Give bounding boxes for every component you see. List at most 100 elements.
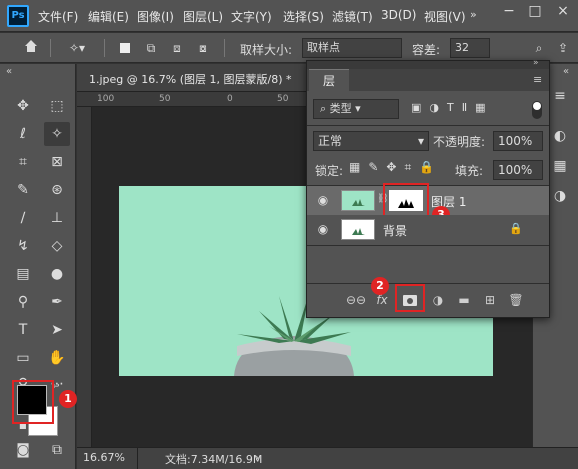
rectangle-tool-icon[interactable]: ▭ [10, 346, 36, 370]
menu-file[interactable]: 文件(F) [38, 8, 78, 25]
menu-edit[interactable]: 编辑(E) [88, 8, 129, 25]
highlight-box-2 [395, 284, 425, 312]
menu-3d[interactable]: 3D(D) [381, 8, 416, 22]
menu-type[interactable]: 文字(Y) [231, 8, 272, 25]
options-bar: ✧▾ ⧉ ⧈ ⧇ 取样大小: 取样点 容差: 32 ⌕ ⇪ [0, 33, 578, 63]
sample-size-label: 取样大小: [240, 43, 293, 57]
document-title: 1.jpeg @ 16.7% (图层 1, 图层蒙版/8) * [89, 73, 292, 86]
sample-size-select[interactable]: 取样点 [302, 38, 402, 58]
menu-more-icon[interactable]: » [470, 8, 477, 21]
lasso-tool-icon[interactable]: ℓ [10, 122, 36, 146]
highlight-box-3 [383, 183, 429, 217]
color-panel-icon[interactable]: ◐ [547, 124, 573, 148]
magic-wand-tool-icon[interactable]: ✧▾ [62, 38, 92, 58]
annotation-badge-2: 2 [371, 277, 389, 295]
pen-tool-icon[interactable]: ✒ [44, 290, 70, 314]
photoshop-logo[interactable]: Ps [7, 5, 29, 27]
swatches-panel-icon[interactable]: ▦ [547, 154, 573, 178]
document-tab[interactable]: 1.jpeg @ 16.7% (图层 1, 图层蒙版/8) * [77, 64, 308, 92]
zoom-level[interactable]: 16.67% [83, 451, 125, 464]
ruler-mark: 50 [159, 94, 171, 104]
panel-top-strip: » [307, 58, 549, 69]
marquee-tool-icon[interactable]: ⬚ [44, 94, 70, 118]
menu-view[interactable]: 视图(V) [424, 8, 466, 25]
fill-input[interactable]: 100% [493, 160, 543, 180]
menu-bar: Ps 文件(F) 编辑(E) 图像(I) 图层(L) 文字(Y) 选择(S) 滤… [0, 0, 578, 32]
filter-toggle[interactable] [532, 101, 542, 119]
menu-layer[interactable]: 图层(L) [183, 8, 223, 25]
tolerance-input[interactable]: 32 [450, 38, 490, 58]
opacity-input[interactable]: 100% [493, 131, 543, 151]
dodge-tool-icon[interactable]: ⚲ [10, 290, 36, 314]
path-select-icon[interactable]: ➤ [44, 318, 70, 342]
document-size: 文档:7.34M/16.9M [165, 453, 263, 466]
magic-wand-icon[interactable]: ✧ [44, 122, 70, 146]
minimize-icon[interactable]: − [496, 0, 522, 24]
history-brush-icon[interactable]: ↯ [10, 234, 36, 258]
blend-mode-value: 正常 [318, 134, 343, 148]
layer-thumbnail[interactable] [341, 190, 375, 211]
stamp-tool-icon[interactable]: ⊥ [44, 206, 70, 230]
adjust-panel-icon[interactable]: ◑ [547, 184, 573, 208]
highlight-box-1 [12, 380, 54, 424]
eyedropper-tool-icon[interactable]: ✎ [10, 178, 36, 202]
move-tool-icon[interactable]: ✥ [10, 94, 36, 118]
collapse-icon[interactable]: « [6, 66, 12, 77]
screen-mode-icon[interactable]: ⧉ [44, 438, 70, 462]
ruler-vertical [77, 107, 92, 447]
subtract-selection-icon[interactable]: ⧈ [166, 38, 188, 58]
visibility-eye-icon[interactable]: ◉ [315, 222, 331, 236]
ruler-mark: 0 [227, 94, 233, 104]
menu-image[interactable]: 图像(I) [137, 8, 174, 25]
maximize-icon[interactable]: □ [522, 0, 548, 24]
link-layers-icon[interactable]: ⊖⊖ [345, 289, 367, 311]
home-icon[interactable] [20, 38, 42, 58]
intersect-selection-icon[interactable]: ⧇ [192, 38, 214, 58]
lock-icon: 🔒 [509, 222, 523, 235]
ruler-mark: 50 [277, 94, 289, 104]
close-icon[interactable]: × [550, 0, 576, 24]
opacity-label: 不透明度: [433, 135, 486, 149]
filter-icons[interactable]: ▣◑TⅡ▦ [411, 101, 494, 114]
background-thumbnail[interactable] [341, 219, 375, 240]
menu-select[interactable]: 选择(S) [283, 8, 324, 25]
tolerance-label: 容差: [412, 43, 441, 57]
brush-tool-icon[interactable]: ∕ [10, 206, 36, 230]
delete-layer-icon[interactable]: 🗑 [505, 289, 527, 311]
status-arrow-icon[interactable]: › [255, 451, 259, 464]
new-group-icon[interactable]: ▬ [453, 289, 475, 311]
status-bar: 16.67% 文档:7.34M/16.9M › [77, 447, 578, 469]
frame-tool-icon[interactable]: ⊠ [44, 150, 70, 174]
eraser-tool-icon[interactable]: ◇ [44, 234, 70, 258]
layers-panel: » ≡ 层 ⌕ 类型 ▾ ▣◑TⅡ▦ 正常 ▾ 不透明度: 100% 锁定: ▦✎… [306, 58, 550, 318]
expand-icon[interactable]: « [563, 66, 569, 77]
tools-panel: « ✥ ⬚ ℓ ✧ ⌗ ⊠ ✎ ⊛ ∕ ⊥ ↯ ◇ ▤ ● ⚲ ✒ T ➤ ▭ … [0, 64, 77, 469]
share-icon[interactable]: ⇪ [552, 38, 574, 58]
blur-tool-icon[interactable]: ● [44, 262, 70, 286]
lock-icons[interactable]: ▦✎✥⌗🔒 [349, 160, 442, 175]
search-icon[interactable]: ⌕ [528, 38, 550, 58]
panel-collapse-icon[interactable]: » [533, 58, 539, 68]
layer-name[interactable]: 背景 [383, 222, 407, 239]
new-layer-icon[interactable]: ⊞ [479, 289, 501, 311]
tab-layers[interactable]: 层 [309, 69, 349, 91]
new-selection-icon[interactable] [114, 38, 136, 58]
lock-label: 锁定: [315, 164, 344, 178]
crop-tool-icon[interactable]: ⌗ [10, 150, 36, 174]
spot-heal-tool-icon[interactable]: ⊛ [44, 178, 70, 202]
annotation-badge-1: 1 [59, 390, 77, 408]
add-selection-icon[interactable]: ⧉ [140, 38, 162, 58]
visibility-eye-icon[interactable]: ◉ [315, 193, 331, 207]
gradient-tool-icon[interactable]: ▤ [10, 262, 36, 286]
layer-filter-select[interactable]: ⌕ 类型 ▾ [313, 99, 399, 119]
quick-mask-icon[interactable]: ◙ [10, 438, 36, 462]
layer-row[interactable]: ◉ 背景 🔒 [307, 215, 549, 244]
menu-filter[interactable]: 滤镜(T) [332, 8, 373, 25]
menu-icon[interactable]: ≡ [547, 84, 573, 108]
type-tool-icon[interactable]: T [10, 318, 36, 342]
adjustment-layer-icon[interactable]: ◑ [427, 289, 449, 311]
panel-menu-icon[interactable]: ≡ [533, 73, 542, 86]
fill-label: 填充: [455, 164, 484, 178]
blend-mode-select[interactable]: 正常 ▾ [313, 131, 429, 151]
hand-tool-icon[interactable]: ✋ [44, 346, 70, 370]
